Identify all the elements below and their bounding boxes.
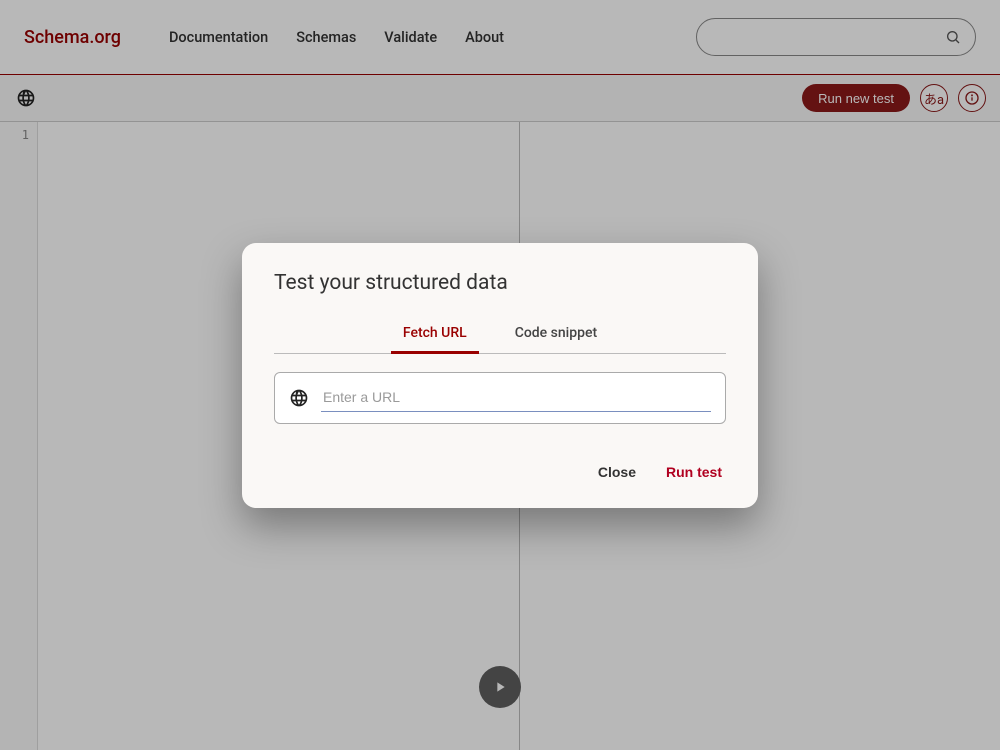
modal-overlay: Test your structured data Fetch URL Code… bbox=[0, 0, 1000, 750]
tab-code-snippet[interactable]: Code snippet bbox=[509, 315, 603, 353]
modal-tabs: Fetch URL Code snippet bbox=[274, 315, 726, 354]
modal-title: Test your structured data bbox=[274, 271, 726, 295]
close-button[interactable]: Close bbox=[594, 458, 640, 486]
modal-actions: Close Run test bbox=[274, 458, 726, 486]
run-test-button[interactable]: Run test bbox=[662, 458, 726, 486]
tab-fetch-url[interactable]: Fetch URL bbox=[397, 315, 473, 353]
url-input-box bbox=[274, 372, 726, 424]
globe-icon bbox=[289, 388, 309, 408]
url-input[interactable] bbox=[321, 383, 711, 412]
test-modal: Test your structured data Fetch URL Code… bbox=[242, 243, 758, 508]
